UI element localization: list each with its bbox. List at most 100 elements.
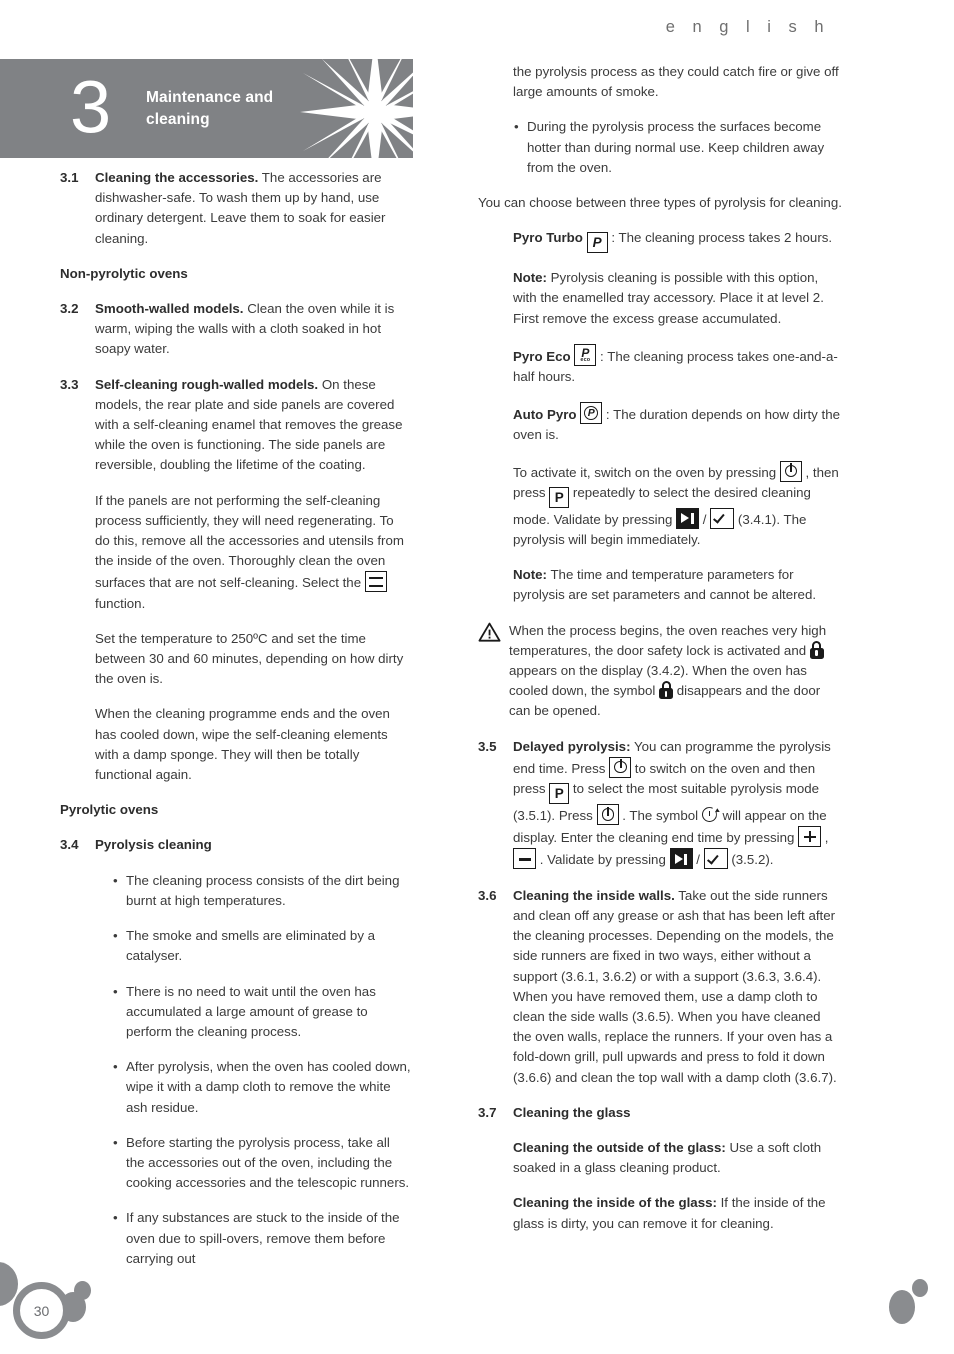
chapter-title-line2: cleaning	[146, 110, 210, 128]
power-key-icon	[779, 460, 802, 482]
p-key-icon: P	[549, 486, 570, 508]
padlock-keyhole	[664, 690, 668, 697]
section-3-3-paragraph-4: When the cleaning programme ends and the…	[95, 706, 390, 783]
section-3-5: 3.5 Delayed pyrolysis: You can programme…	[478, 737, 842, 871]
section-title: Cleaning the accessories.	[95, 170, 259, 185]
section-number: 3.1	[60, 170, 79, 185]
heading-pyrolytic-ovens: Pyrolytic ovens	[60, 802, 159, 818]
section-text-h: /	[692, 852, 704, 868]
section-body: Self-cleaning rough-walled models. On th…	[95, 375, 412, 786]
pause-bar	[684, 853, 688, 865]
heating-element-icon	[364, 571, 387, 593]
activate-text-a: To activate it, switch on the oven by pr…	[513, 464, 780, 480]
list-item-text: During the pyrolysis process the surface…	[527, 119, 825, 175]
auto-pyro-circled-p-key-icon: P	[580, 402, 603, 425]
auto-pyro-key-letter: P	[587, 406, 595, 419]
section-title: Delayed pyrolysis:	[513, 738, 631, 754]
section-text-i: (3.5.2).	[727, 852, 774, 868]
cleaning-outside-glass-paragraph: Cleaning the outside of the glass: Use a…	[513, 1138, 842, 1178]
children-warning-bullet-list: • During the pyrolysis process the surfa…	[514, 117, 842, 178]
right-column: the pyrolysis process as they could catc…	[478, 62, 842, 1234]
pause-bar	[690, 513, 694, 525]
section-body: Smooth-walled models. Clean the oven whi…	[95, 299, 412, 360]
page-number: 30	[33, 1302, 50, 1319]
section-3-3-paragraph-2: If the panels are not performing the sel…	[95, 491, 412, 614]
note-turbo-paragraph: Note: Pyrolysis cleaning is possible wit…	[513, 268, 842, 329]
play-triangle	[681, 513, 690, 524]
section-text-f: ,	[821, 830, 829, 846]
section-number: 3.6	[478, 887, 497, 903]
list-item-text: There is no need to wait until the oven …	[126, 983, 376, 1039]
power-bar	[790, 463, 793, 473]
section-text: Take out the side runners and clean off …	[513, 887, 837, 1085]
section-body: Delayed pyrolysis: You can programme the…	[513, 737, 842, 871]
pyro-turbo-text: : The cleaning process takes 2 hours.	[607, 230, 833, 246]
section-3-1: 3.1 Cleaning the accessories. The access…	[60, 168, 412, 249]
list-item: • During the pyrolysis process the surfa…	[514, 117, 842, 178]
section-3-3-paragraph-3: Set the temperature to 250ºC and set the…	[95, 630, 404, 687]
section-text-d: . The symbol	[618, 808, 702, 824]
list-item: • Before starting the pyrolysis process,…	[113, 1133, 412, 1194]
activate-text-d: /	[699, 511, 711, 527]
section-3-7: 3.7 Cleaning the glass Cleaning the outs…	[478, 1103, 842, 1234]
pyro-eco-key-subscript: eco	[580, 357, 591, 364]
chapter-number: 3	[70, 65, 112, 149]
play-pause-key-icon	[669, 848, 693, 870]
paragraph-text-before-icon: If the panels are not performing the sel…	[95, 492, 404, 591]
bullet-marker-icon: •	[514, 119, 519, 135]
section-title: Cleaning the glass	[513, 1104, 631, 1120]
play-triangle	[674, 853, 683, 864]
chapter-title: Maintenance and cleaning	[146, 87, 273, 131]
section-number: 3.7	[478, 1104, 497, 1120]
plus-key-icon	[798, 826, 822, 848]
note-label: Note:	[513, 567, 547, 583]
check-mark	[706, 852, 719, 865]
heading-non-pyrolytic-ovens: Non-pyrolytic ovens	[60, 265, 188, 281]
chapter-title-line1: Maintenance and	[146, 88, 274, 106]
delayed-start-timer-icon	[701, 807, 721, 824]
padlock-keyhole	[815, 650, 819, 657]
footer-decoration-circle	[912, 1279, 928, 1297]
section-number: 3.2	[60, 301, 79, 317]
warning-triangle-icon	[478, 622, 501, 642]
auto-pyro-label: Auto Pyro	[513, 407, 577, 423]
section-body: Pyrolysis cleaning	[95, 835, 412, 855]
activate-instructions-paragraph: To activate it, switch on the oven by pr…	[513, 460, 842, 551]
list-item: • The smoke and smells are eliminated by…	[113, 926, 412, 966]
check-key-icon	[710, 507, 735, 529]
section-3-3: 3.3 Self-cleaning rough-walled models. O…	[60, 375, 412, 786]
section-body: Cleaning the glass Cleaning the outside …	[513, 1103, 842, 1234]
note-parameters-paragraph: Note: The time and temperature parameter…	[513, 565, 842, 605]
list-item: • If any substances are stuck to the ins…	[113, 1208, 412, 1269]
check-mark	[713, 511, 725, 524]
play-pause-key-icon	[676, 507, 700, 529]
cleaning-inside-glass-paragraph: Cleaning the inside of the glass: If the…	[513, 1193, 842, 1233]
list-item-text: If any substances are stuck to the insid…	[126, 1210, 400, 1266]
section-title: Smooth-walled models.	[95, 301, 244, 317]
section-number: 3.5	[478, 738, 497, 754]
warning-text: When the process begins, the oven reache…	[509, 621, 842, 722]
left-column: 3.1 Cleaning the accessories. The access…	[60, 168, 412, 1269]
chapter-banner: 3 Maintenance and cleaning	[0, 59, 413, 158]
section-title: Self-cleaning rough-walled models.	[95, 376, 319, 392]
p-key-icon: P	[549, 783, 570, 805]
pyro-p-key-icon: P	[586, 232, 608, 254]
bullet-marker-icon: •	[113, 1210, 118, 1226]
pyro-turbo-paragraph: Pyro Turbo P : The cleaning process take…	[513, 228, 842, 254]
check-key-icon	[703, 848, 728, 870]
warning-text-a: When the process begins, the oven reache…	[509, 622, 827, 658]
list-item: • The cleaning process consists of the d…	[113, 871, 412, 911]
list-item-text: After pyrolysis, when the oven has coole…	[126, 1059, 411, 1115]
pyro-eco-paragraph: Pyro Eco Peco : The cleaning process tak…	[513, 343, 842, 387]
section-3-2: 3.2 Smooth-walled models. Clean the oven…	[60, 299, 412, 360]
pyro-eco-key-icon: Peco	[574, 343, 597, 366]
bullet-marker-icon: •	[113, 1134, 118, 1150]
paragraph-text-after-icon: function.	[95, 595, 146, 611]
high-temperature-warning: When the process begins, the oven reache…	[478, 621, 842, 722]
footer-decoration-circle	[889, 1290, 915, 1324]
language-label: e n g l i s h	[665, 18, 830, 36]
timer-hand	[708, 810, 711, 816]
footer-decoration-circle	[74, 1281, 91, 1300]
list-item-text: Before starting the pyrolysis process, t…	[126, 1134, 410, 1191]
bullet-marker-icon: •	[113, 1059, 118, 1075]
